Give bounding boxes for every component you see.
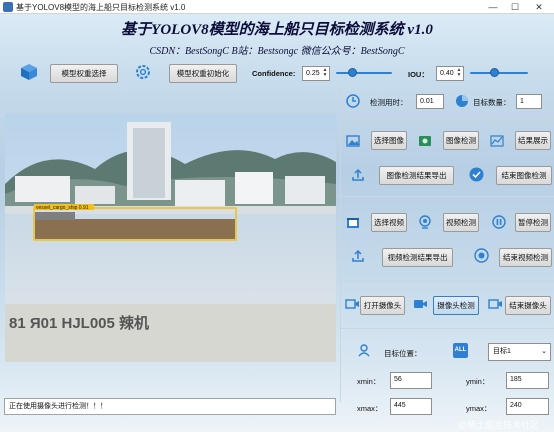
count-value: 1 — [516, 94, 542, 109]
camera-icon — [345, 297, 360, 313]
iou-label: IOU： — [408, 70, 429, 79]
status-bar: 正在使用摄像头进行检测！！！ — [4, 398, 336, 415]
iou-slider[interactable] — [470, 66, 528, 80]
time-value: 0.01 — [416, 94, 444, 109]
confidence-slider[interactable] — [336, 66, 392, 80]
confidence-spinbox[interactable]: 0.25 ▲ ▼ — [302, 66, 330, 81]
finish-camera-button[interactable]: 结束摄像头 — [505, 296, 551, 315]
ymax-label: ymax： — [466, 404, 492, 413]
confidence-value: 0.25 — [306, 70, 320, 77]
stop-circle-icon — [474, 248, 489, 265]
app-icon — [3, 2, 13, 12]
video-detect-button[interactable]: 视频检测 — [443, 213, 479, 232]
panel-divider — [340, 86, 341, 402]
target-select[interactable]: 目标1 ⌄ — [488, 343, 551, 361]
slider-knob[interactable] — [490, 68, 499, 77]
confidence-label: Confidence: — [252, 69, 296, 78]
slider-track — [470, 72, 528, 74]
open-camera-button[interactable]: 打开摄像头 — [360, 296, 405, 315]
photo-detect-icon — [418, 134, 432, 150]
image-detect-button[interactable]: 图像检测 — [443, 131, 479, 150]
divider — [340, 196, 554, 197]
xmin-field: 56 — [390, 372, 432, 389]
upload-icon — [351, 249, 365, 265]
ymax-field: 240 — [506, 398, 549, 415]
cube-icon — [20, 63, 38, 83]
chevron-down-icon: ⌄ — [541, 348, 547, 355]
xmax-field: 445 — [390, 398, 432, 415]
pause-detect-button[interactable]: 暂停检测 — [515, 213, 551, 232]
webcam-icon — [418, 215, 432, 231]
export-video-button[interactable]: 视频检测结果导出 — [382, 248, 453, 267]
location-icon — [357, 343, 371, 359]
xmin-label: xmin： — [357, 377, 381, 386]
divider — [340, 119, 554, 120]
camera-off-icon — [488, 297, 503, 313]
clock-icon — [346, 94, 360, 110]
maximize-button[interactable]: ☐ — [504, 0, 526, 14]
slider-knob[interactable] — [348, 68, 357, 77]
finish-video-button[interactable]: 结束视频检测 — [499, 248, 552, 267]
gear-icon — [135, 64, 151, 82]
line-chart-icon — [490, 134, 504, 150]
iou-spinbox[interactable]: 0.40 ▲ ▼ — [436, 66, 464, 81]
camera-detect-button[interactable]: 摄像头检测 — [433, 296, 479, 315]
model-select-button[interactable]: 模型权重选择 — [50, 64, 118, 83]
xmax-label: xmax： — [357, 404, 383, 413]
model-init-button[interactable]: 模型权重初始化 — [169, 64, 237, 83]
spin-arrows-icon[interactable]: ▲ ▼ — [322, 68, 328, 79]
select-video-button[interactable]: 选择视频 — [371, 213, 407, 232]
camera-frame: vessel_cargo_ship 0.91 81 Я01 HJL005 辣机 — [5, 114, 336, 362]
ymin-field: 185 — [506, 372, 549, 389]
image-icon — [346, 134, 360, 150]
time-label: 检测用时： — [370, 98, 408, 107]
iou-value: 0.40 — [440, 70, 454, 77]
count-label: 目标数量： — [473, 98, 511, 107]
watermark: @稀土掘金技术社区 — [458, 420, 540, 430]
detection-label: vessel_cargo_ship 0.91 — [36, 205, 89, 211]
window-title: 基于YOLOV8模型的海上船只目标检测系统 v1.0 — [16, 3, 186, 12]
close-button[interactable]: ✕ — [528, 0, 550, 14]
detection-display: vessel_cargo_ship 0.91 81 Я01 HJL005 辣机 — [5, 114, 336, 362]
export-image-button[interactable]: 图像检测结果导出 — [379, 166, 454, 185]
minimize-button[interactable]: — — [482, 0, 504, 14]
divider — [340, 328, 554, 329]
app-title: 基于YOLOV8模型的海上船只目标检测系统 v1.0 — [121, 22, 433, 38]
video-icon — [346, 216, 360, 232]
pause-icon — [492, 215, 506, 231]
video-camera-icon — [413, 297, 428, 313]
divider — [340, 280, 554, 281]
result-show-button[interactable]: 结果展示 — [515, 131, 551, 150]
ymin-label: ymin： — [466, 377, 490, 386]
pie-icon — [455, 94, 469, 110]
select-image-button[interactable]: 选择图像 — [371, 131, 407, 150]
slider-track — [336, 72, 392, 74]
upload-icon — [351, 168, 365, 184]
target-label: 目标位置： — [384, 349, 422, 358]
hull-text: 81 Я01 HJL005 辣机 — [9, 314, 149, 332]
app-subtitle: CSDN：BestSongC B站：Bestsongc 微信公众号：BestSo… — [149, 46, 405, 57]
spin-arrows-icon[interactable]: ▲ ▼ — [456, 68, 462, 79]
target-select-value: 目标1 — [493, 348, 511, 355]
all-badge-icon: ALL — [453, 343, 468, 358]
check-circle-icon — [469, 167, 484, 184]
finish-image-button[interactable]: 结束图像检测 — [496, 166, 552, 185]
title-bar: 基于YOLOV8模型的海上船只目标检测系统 v1.0 — ☐ ✕ — [0, 0, 554, 14]
